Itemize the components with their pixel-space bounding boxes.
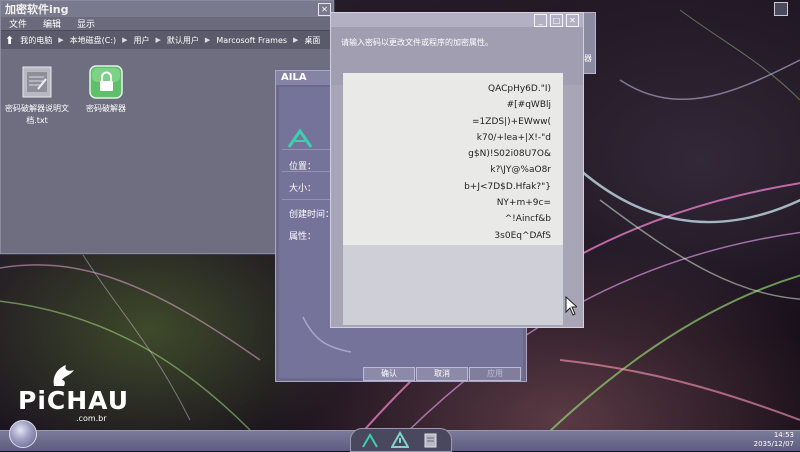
apply-button[interactable]: 应用 [469,367,521,381]
password-lines: QACpHy6D."I) #[#qWBlj =1ZDS|)+EWww( k70/… [464,81,551,260]
field-attributes: 属性： [289,232,317,242]
file-item[interactable]: 密码破解器说明文档.txt [0,65,76,127]
text-file-icon [20,65,54,99]
menu-edit[interactable]: 编辑 [43,17,61,30]
file-item[interactable]: 密码破解器 [67,65,145,115]
field-size: 大小： [289,184,317,194]
field-created: 创建时间： [289,210,335,220]
chevron-right-icon: ▶ [204,36,211,44]
password-line: ^!Aincf&b [504,214,551,225]
password-line: NY+m+9c= [496,198,551,209]
cancel-button[interactable]: 取消 [416,367,468,381]
file-label: 密码破解器 [86,104,126,113]
password-line: k70/+lea+|X!-"d [476,132,551,143]
password-dialog-titlebar[interactable]: _ □ ✕ [331,13,583,27]
password-textarea[interactable]: QACpHy6D."I) #[#qWBlj =1ZDS|)+EWww( k70/… [343,73,563,257]
start-button[interactable] [9,420,37,448]
minimize-icon[interactable]: _ [534,14,547,27]
explorer-menubar: 文件 编辑 显示 [1,17,333,30]
breadcrumb-item[interactable]: 我的电脑 [20,35,52,46]
password-line: #[#qWBlj [506,100,551,111]
password-line: =1ZDS|)+EWww( [472,116,551,127]
password-line: b+J<7D$D.Hfak?"} [464,181,551,192]
breadcrumb-item[interactable]: Marcosoft Frames [216,36,287,45]
mouse-cursor-icon [565,296,577,316]
password-line: 3s0Eq^DAfS [494,230,551,241]
taskbar-dock [350,428,452,452]
password-line: k?\JY@%aO8r [490,165,551,176]
password-prompt: 请输入密码以更改文件或程序的加密属性。 [341,38,493,47]
password-dialog-lower-area [343,245,563,325]
lock-app-icon [89,65,123,99]
background-window-edge[interactable]: 器 [582,12,596,74]
explorer-title: 加密软件ing [5,3,69,16]
chevron-right-icon: ▶ [155,36,161,44]
password-dialog: _ □ ✕ 请输入密码以更改文件或程序的加密属性。 QACpHy6D."I) #… [330,12,584,328]
ok-button[interactable]: 确认 [363,367,415,381]
brand-watermark: PiCHAU .com.br [18,362,128,424]
aila-icon[interactable] [361,431,379,449]
document-icon[interactable] [421,431,439,449]
breadcrumb-item[interactable]: 默认用户 [167,35,199,46]
menu-view[interactable]: 显示 [77,17,95,30]
warning-icon[interactable] [391,431,409,449]
breadcrumb-item[interactable]: 桌面 [304,35,320,46]
chevron-right-icon: ▶ [122,36,128,44]
maximize-icon[interactable]: □ [550,14,563,27]
close-icon[interactable]: ✕ [566,14,579,27]
tray-icon[interactable] [774,2,788,16]
up-arrow-icon[interactable]: ⬆ [5,34,14,47]
breadcrumb-item[interactable]: 用户 [134,35,150,46]
aila-logo-icon [287,128,313,148]
chevron-right-icon: ▶ [293,36,299,44]
chevron-right-icon: ▶ [58,36,64,44]
file-label: 密码破解器说明文档.txt [5,104,69,125]
clock-time: 14:53 [773,431,794,439]
breadcrumb-item[interactable]: 本地磁盘(C:) [70,35,117,46]
brand-name: PiCHAU [18,386,130,415]
explorer-titlebar[interactable]: 加密软件ing ✕ [1,1,333,17]
password-line: g$N)!S02i08U7O& [468,149,551,160]
breadcrumb: ⬆ 我的电脑 ▶ 本地磁盘(C:) ▶ 用户 ▶ 默认用户 ▶ Marcosof… [1,30,333,50]
taskbar-clock[interactable]: 14:53 2035/12/07 [754,431,794,449]
bird-logo-icon [53,365,74,386]
menu-file[interactable]: 文件 [9,17,27,30]
password-line: QACpHy6D."I) [488,84,551,94]
window-edge-glyph: 器 [584,54,592,63]
brand-domain: .com.br [76,414,107,423]
clock-date: 2035/12/07 [753,440,794,448]
